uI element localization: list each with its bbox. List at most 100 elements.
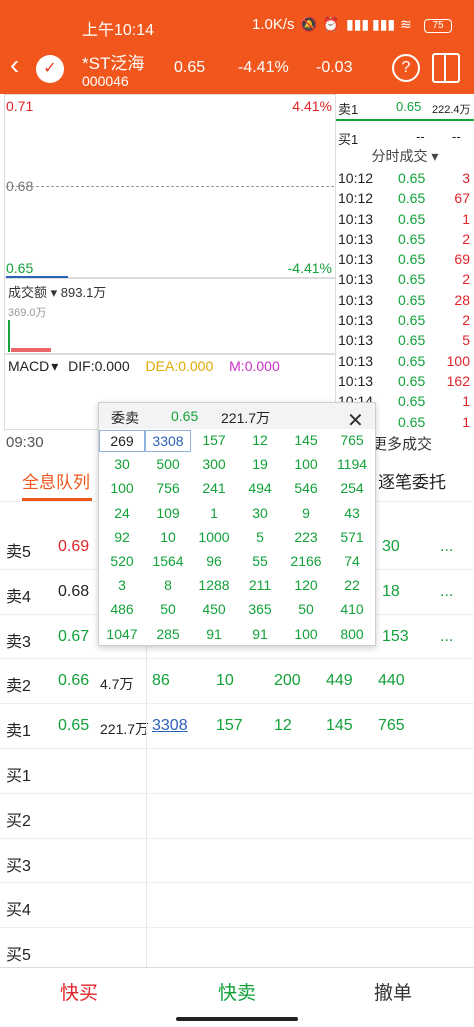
popup-queue-cell[interactable]: 450 [191, 601, 237, 617]
queue-cell[interactable]: 440 [378, 672, 405, 690]
tab-full-queue[interactable]: 全息队列 [22, 468, 90, 493]
popup-queue-cell[interactable]: 145 [283, 432, 329, 448]
popup-queue-cell[interactable]: 223 [283, 529, 329, 545]
more-queue-button[interactable]: ... [440, 628, 453, 646]
help-icon[interactable]: ? [392, 54, 420, 82]
popup-queue-cell[interactable]: 300 [191, 456, 237, 472]
popup-queue-cell[interactable]: 486 [99, 601, 145, 617]
more-trades-link[interactable]: 更多成交 [372, 433, 432, 454]
trade-time: 10:12 [338, 170, 374, 186]
popup-queue-cell[interactable]: 12 [237, 432, 283, 448]
popup-queue-cell[interactable]: 2166 [283, 553, 329, 569]
popup-queue-cell[interactable]: 55 [237, 553, 283, 569]
popup-queue-cell[interactable]: 3308 [145, 430, 191, 452]
popup-queue-cell[interactable]: 285 [145, 626, 191, 642]
level-label: 卖5 [6, 544, 31, 561]
popup-queue-cell[interactable]: 520 [99, 553, 145, 569]
popup-queue-cell[interactable]: 241 [191, 480, 237, 496]
popup-queue-cell[interactable]: 22 [329, 577, 375, 593]
popup-queue-cell[interactable]: 5 [237, 529, 283, 545]
queue-cell[interactable]: 765 [378, 717, 405, 735]
queue-cell[interactable]: 153 [382, 628, 409, 646]
queue-cell[interactable]: 86 [152, 672, 170, 690]
popup-queue-cell[interactable]: 30 [237, 505, 283, 521]
quick-sell-button[interactable]: 快卖 [218, 978, 256, 1005]
cancel-order-button[interactable]: 撤单 [374, 978, 412, 1005]
popup-queue-cell[interactable]: 800 [329, 626, 375, 642]
popup-queue-cell[interactable]: 92 [99, 529, 145, 545]
book-row[interactable]: 卖2 0.66 4.7万 86 10 200 449 440 [0, 659, 474, 705]
popup-queue-cell[interactable]: 109 [145, 505, 191, 521]
trade-volume: 2 [462, 230, 470, 247]
home-indicator[interactable] [176, 1017, 298, 1021]
popup-queue-cell[interactable]: 50 [283, 601, 329, 617]
popup-queue-cell[interactable]: 10 [145, 529, 191, 545]
trade-row: 10:13 0.65 28 [336, 290, 474, 310]
queue-cell[interactable]: 12 [274, 717, 292, 735]
popup-queue-cell[interactable]: 1047 [99, 626, 145, 642]
popup-queue-cell[interactable]: 756 [145, 480, 191, 496]
popup-queue-cell[interactable]: 1564 [145, 553, 191, 569]
popup-queue-cell[interactable]: 50 [145, 601, 191, 617]
trade-list-title[interactable]: 分时成交 ▾ [336, 146, 474, 166]
queue-cell[interactable]: 3308 [152, 717, 188, 735]
popup-queue-cell[interactable]: 1194 [329, 456, 375, 472]
popup-queue-cell[interactable]: 8 [145, 577, 191, 593]
popup-queue-cell[interactable]: 500 [145, 456, 191, 472]
popup-queue-cell[interactable]: 19 [237, 456, 283, 472]
level-label: 买5 [6, 947, 31, 965]
queue-cell[interactable]: 10 [216, 672, 234, 690]
popup-queue-cell[interactable]: 1 [191, 505, 237, 521]
trade-time: 10:12 [338, 190, 374, 207]
popup-queue-cell[interactable]: 494 [237, 480, 283, 496]
popup-queue-cell[interactable]: 571 [329, 529, 375, 545]
popup-queue-cell[interactable]: 365 [237, 601, 283, 617]
trade-row: 10:13 0.65 100 [336, 351, 474, 371]
popup-queue-cell[interactable]: 43 [329, 505, 375, 521]
popup-queue-cell[interactable]: 3 [99, 577, 145, 593]
popup-queue-cell[interactable]: 120 [283, 577, 329, 593]
book-row[interactable]: 买4 [0, 883, 474, 929]
book-row[interactable]: 买2 [0, 794, 474, 839]
quick-buy-button[interactable]: 快买 [60, 978, 98, 1005]
popup-queue-cell[interactable]: 1288 [191, 577, 237, 593]
trade-price: 0.65 [398, 170, 426, 186]
queue-cell[interactable]: 449 [326, 672, 353, 690]
popup-queue-cell[interactable]: 410 [329, 601, 375, 617]
popup-queue-cell[interactable]: 100 [283, 626, 329, 642]
back-icon[interactable]: ‹ [10, 50, 19, 80]
book-row[interactable]: 买3 [0, 839, 474, 884]
more-queue-button[interactable]: ... [440, 538, 453, 556]
popup-queue-cell[interactable]: 157 [191, 432, 237, 448]
popup-queue-cell[interactable]: 91 [237, 626, 283, 642]
queue-cell[interactable]: 30 [382, 538, 400, 556]
popup-queue-cell[interactable]: 765 [329, 432, 375, 448]
popup-queue-cell[interactable]: 96 [191, 553, 237, 569]
switch-layout-icon[interactable] [432, 53, 460, 83]
volume-bar [8, 320, 10, 352]
popup-queue-cell[interactable]: 269 [99, 430, 145, 452]
popup-queue-cell[interactable]: 254 [329, 480, 375, 496]
queue-cell[interactable]: 157 [216, 717, 243, 735]
book-row[interactable]: 卖1 0.65 221.7万 3308 157 12 145 765 [0, 704, 474, 749]
book-row[interactable]: 买1 [0, 749, 474, 794]
popup-queue-cell[interactable]: 24 [99, 505, 145, 521]
level-price: 0.65 [58, 717, 90, 735]
queue-cell[interactable]: 18 [382, 583, 400, 601]
popup-queue-cell[interactable]: 74 [329, 553, 375, 569]
tab-order-by-order[interactable]: 逐笔委托 [378, 468, 446, 493]
volume-label[interactable]: 成交额 ▾ 893.1万 [8, 282, 106, 301]
more-queue-button[interactable]: ... [440, 583, 453, 601]
macd-legend[interactable]: MACD ▾ DIF:0.000 DEA:0.000 M:0.000 [8, 358, 292, 375]
popup-queue-cell[interactable]: 100 [99, 480, 145, 496]
popup-queue-cell[interactable]: 100 [283, 456, 329, 472]
popup-queue-cell[interactable]: 211 [237, 577, 283, 593]
popup-queue-row: 1047 285 91 91 100 800 [99, 623, 377, 647]
popup-queue-cell[interactable]: 1000 [191, 529, 237, 545]
popup-queue-cell[interactable]: 9 [283, 505, 329, 521]
popup-queue-cell[interactable]: 546 [283, 480, 329, 496]
queue-cell[interactable]: 145 [326, 717, 353, 735]
popup-queue-cell[interactable]: 91 [191, 626, 237, 642]
popup-queue-cell[interactable]: 30 [99, 456, 145, 472]
queue-cell[interactable]: 200 [274, 672, 301, 690]
